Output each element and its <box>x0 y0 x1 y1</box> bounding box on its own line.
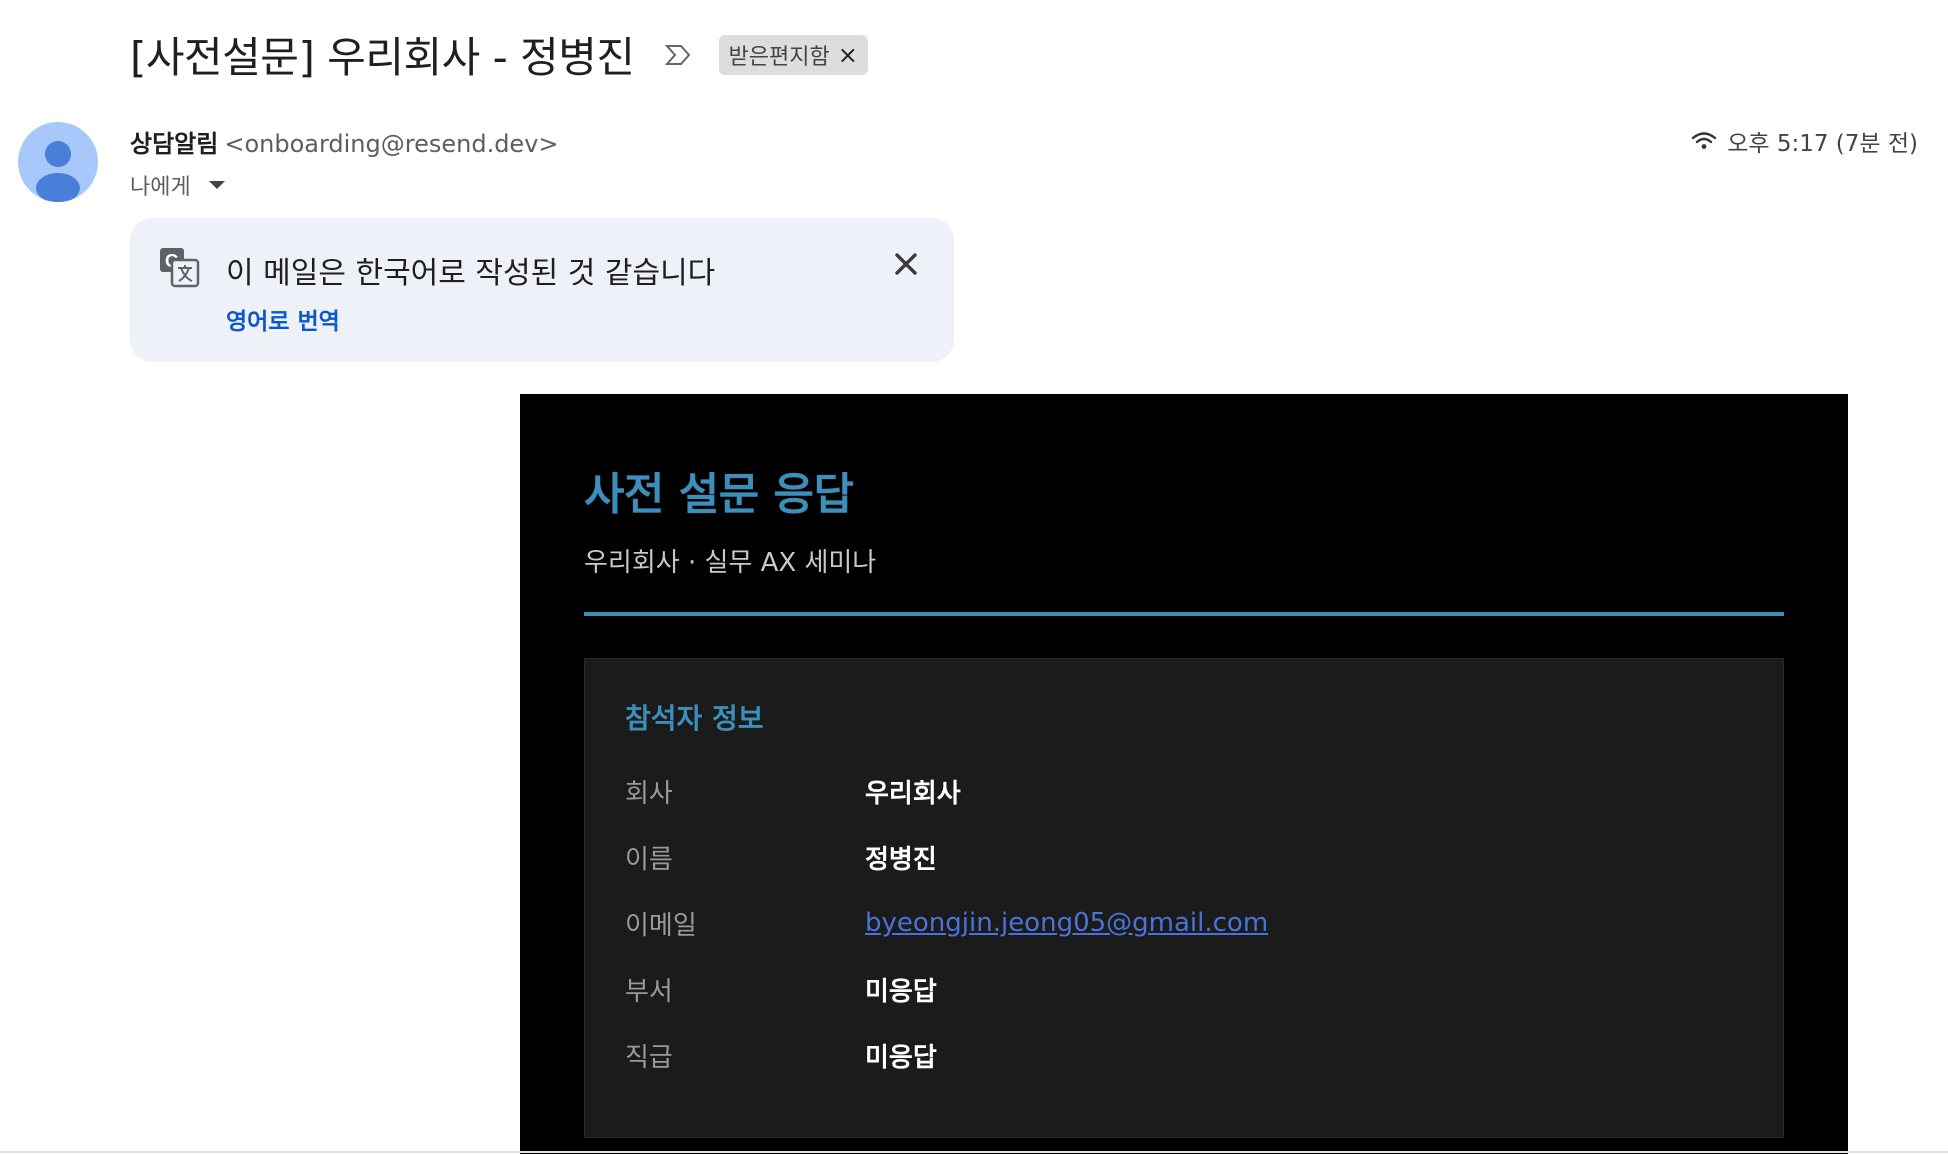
info-label: 직급 <box>625 1042 673 1073</box>
info-row-email: 이메일 byeongjin.jeong05@gmail.com <box>625 903 1268 943</box>
divider <box>0 1151 1948 1153</box>
sender-name[interactable]: 상담알림 <box>130 130 218 158</box>
time-block: 오후 5:17 (7분 전) <box>1691 124 1918 158</box>
google-translate-icon: G <box>160 248 200 288</box>
info-label: 이메일 <box>625 910 697 941</box>
sender-block: 상담알림 <onboarding@resend.dev> 나에게 <box>130 124 559 201</box>
recipient-label: 나에게 <box>130 175 191 200</box>
info-value: 정병진 <box>865 844 937 875</box>
email-time: 오후 5:17 (7분 전) <box>1727 131 1918 157</box>
accent-divider <box>584 612 1784 616</box>
important-marker-icon[interactable] <box>663 40 693 70</box>
email-subject: [사전설문] 우리회사 - 정병진 <box>130 33 635 82</box>
email-view: [사전설문] 우리회사 - 정병진 받은편지함 × 상담알림 <onboardin… <box>0 0 1948 1154</box>
info-row-position: 직급 미응답 <box>625 1035 937 1075</box>
info-value: 미응답 <box>865 1042 937 1073</box>
attendee-info-card: 참석자 정보 회사 우리회사 이름 정병진 이메일 byeongjin.jeon… <box>584 658 1784 1138</box>
info-label: 회사 <box>625 778 673 809</box>
translate-to-english-link[interactable]: 영어로 번역 <box>226 302 340 336</box>
sender-line: 상담알림 <onboarding@resend.dev> <box>130 124 559 159</box>
info-row-name: 이름 정병진 <box>625 837 937 877</box>
label-chip: 받은편지함 × <box>718 34 868 75</box>
subject-row: [사전설문] 우리회사 - 정병진 받은편지함 × <box>130 24 868 85</box>
avatar[interactable] <box>18 122 98 202</box>
section-heading: 참석자 정보 <box>625 702 764 735</box>
info-label: 이름 <box>625 844 673 875</box>
email-link[interactable]: byeongjin.jeong05@gmail.com <box>865 908 1268 938</box>
survey-title: 사전 설문 응답 <box>584 469 854 520</box>
info-label: 부서 <box>625 976 673 1007</box>
avatar-icon <box>36 141 80 202</box>
caret-down-icon <box>208 181 225 189</box>
info-row-company: 회사 우리회사 <box>625 771 961 811</box>
translate-banner: G 이 메일은 한국어로 작성된 것 같습니다 영어로 번역 <box>130 218 954 362</box>
chip-close-icon[interactable]: × <box>838 43 858 67</box>
translate-message: 이 메일은 한국어로 작성된 것 같습니다 <box>226 256 716 291</box>
sender-email: <onboarding@resend.dev> <box>224 130 559 158</box>
label-chip-text: 받은편지함 <box>728 44 830 70</box>
email-body: 사전 설문 응답 우리회사 · 실무 AX 세미나 참석자 정보 회사 우리회사… <box>520 394 1848 1154</box>
survey-subtitle: 우리회사 · 실무 AX 세미나 <box>584 548 877 578</box>
info-row-department: 부서 미응답 <box>625 969 937 1009</box>
recipient-toggle[interactable]: 나에게 <box>130 169 559 201</box>
info-value: 미응답 <box>865 976 937 1007</box>
info-value: 우리회사 <box>865 778 961 809</box>
close-icon[interactable] <box>888 246 924 282</box>
signal-icon <box>1691 132 1717 149</box>
